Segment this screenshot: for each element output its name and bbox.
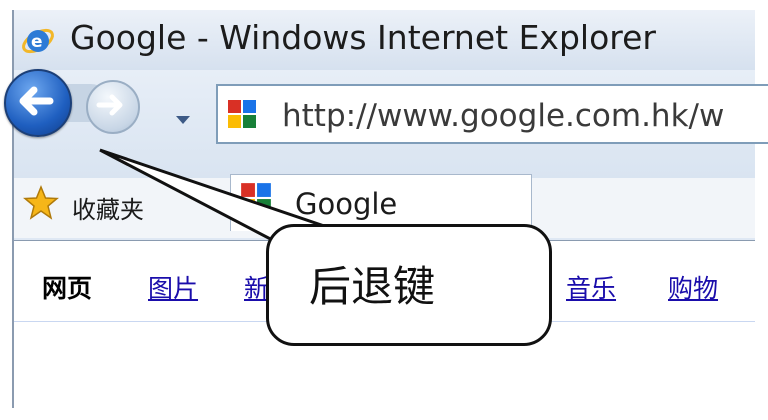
callout-text: 后退键 — [309, 262, 436, 311]
forward-button[interactable] — [86, 80, 140, 134]
tab-label: Google — [295, 187, 398, 221]
address-bar[interactable]: http://www.google.com.hk/w — [216, 84, 768, 144]
svg-text:e: e — [31, 32, 43, 52]
google-favicon-icon — [241, 183, 271, 213]
back-arrow-icon — [19, 86, 54, 116]
title-bar: e Google - Windows Internet Explorer — [14, 10, 755, 70]
forward-arrow-icon — [96, 94, 123, 116]
tab-google[interactable]: Google — [230, 174, 532, 231]
nav-link-web[interactable]: 网页 — [42, 269, 92, 305]
nav-link-music[interactable]: 音乐 — [566, 269, 616, 305]
star-icon — [23, 185, 59, 220]
callout-box: 后退键 — [266, 224, 552, 346]
google-favicon-icon — [228, 100, 256, 128]
back-button[interactable] — [4, 69, 72, 137]
chevron-down-icon[interactable] — [176, 116, 190, 124]
address-url[interactable]: http://www.google.com.hk/w — [282, 98, 724, 134]
nav-link-shopping[interactable]: 购物 — [668, 269, 718, 305]
nav-link-images[interactable]: 图片 — [148, 269, 198, 305]
ie-logo-icon: e — [22, 28, 54, 54]
favorites-label[interactable]: 收藏夹 — [72, 190, 144, 225]
window-title: Google - Windows Internet Explorer — [70, 18, 656, 57]
